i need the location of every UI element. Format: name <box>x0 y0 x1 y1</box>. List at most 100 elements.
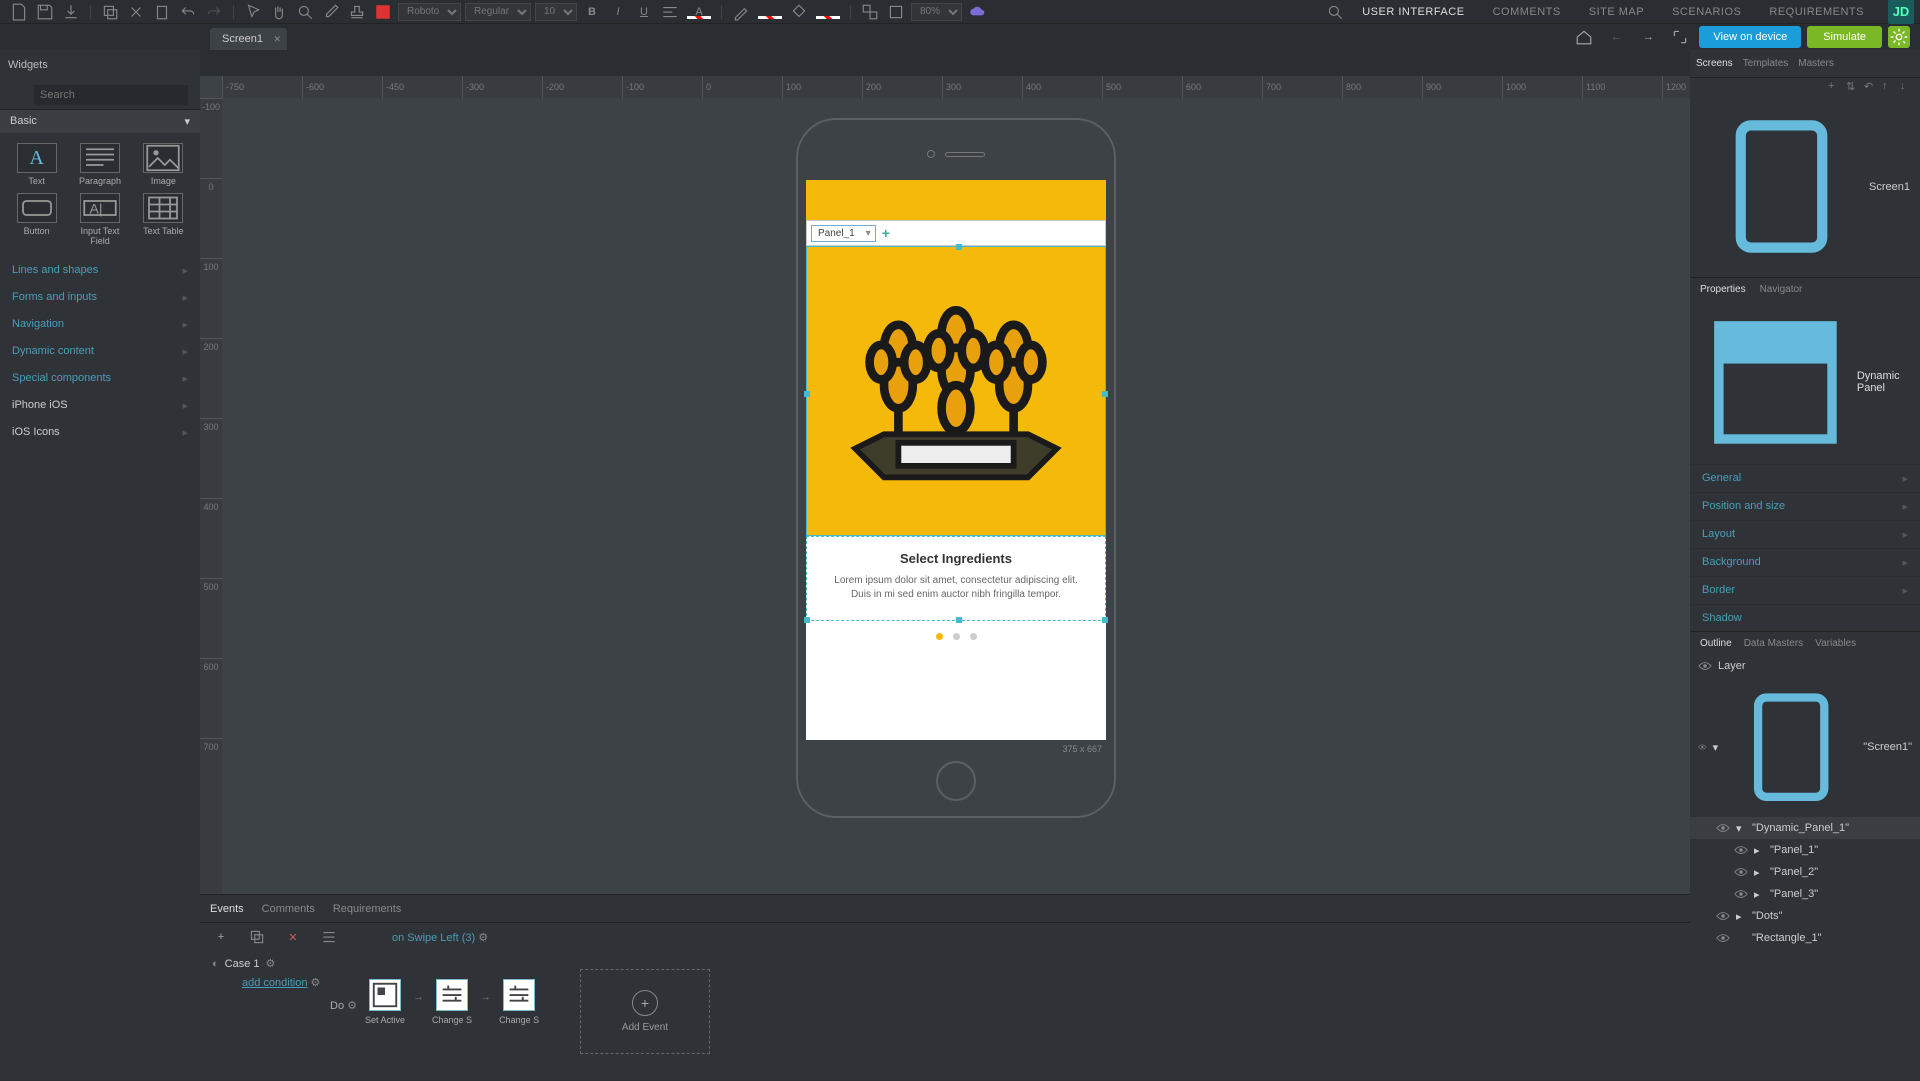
cloud-icon[interactable] <box>968 3 986 21</box>
simulate-button[interactable]: Simulate <box>1807 26 1882 48</box>
widget-table[interactable]: Text Table <box>135 193 192 247</box>
widgets-search-input[interactable] <box>34 85 188 105</box>
list-icon[interactable] <box>320 928 338 946</box>
case-label[interactable]: Case 1 <box>225 958 260 970</box>
font-family-select[interactable]: Roboto <box>398 3 461 21</box>
pdf-icon[interactable] <box>374 3 392 21</box>
screen-item[interactable]: Screen1 <box>1700 102 1910 271</box>
tab-outline[interactable]: Outline <box>1700 638 1732 649</box>
nav-sitemap[interactable]: SITE MAP <box>1575 6 1658 18</box>
close-icon[interactable]: ✕ <box>273 34 281 45</box>
home-icon[interactable] <box>1575 28 1593 46</box>
stamp-icon[interactable] <box>348 3 366 21</box>
italic-icon[interactable]: I <box>609 3 627 21</box>
down-icon[interactable]: ↓ <box>1900 80 1914 94</box>
tab-variables[interactable]: Variables <box>1815 638 1856 649</box>
props-layout[interactable]: Layout▸ <box>1690 520 1920 548</box>
add-event-button[interactable]: + Add Event <box>580 969 710 1054</box>
outline-panel1[interactable]: ▸"Panel_1" <box>1690 839 1920 861</box>
dot-1[interactable] <box>936 633 943 640</box>
cat-nav[interactable]: Navigation▸ <box>0 311 200 338</box>
cat-lines[interactable]: Lines and shapes▸ <box>0 257 200 284</box>
pen-icon[interactable] <box>732 3 750 21</box>
dot-2[interactable] <box>953 633 960 640</box>
paste-icon[interactable] <box>153 3 171 21</box>
outline-dynamic-panel[interactable]: ▾"Dynamic_Panel_1" <box>1690 817 1920 839</box>
tab-properties[interactable]: Properties <box>1700 284 1746 295</box>
cut-icon[interactable] <box>127 3 145 21</box>
dynamic-panel-selection[interactable] <box>806 246 1106 536</box>
event-name[interactable]: on Swipe Left (3) ⚙ <box>392 931 488 944</box>
copy-icon[interactable] <box>101 3 119 21</box>
fill-icon[interactable] <box>790 3 808 21</box>
prev-icon[interactable]: ← <box>1607 28 1625 46</box>
phone-screen[interactable]: Panel_1 + <box>806 180 1106 740</box>
nav-comments[interactable]: COMMENTS <box>1479 6 1575 18</box>
align-icon[interactable] <box>661 3 679 21</box>
tab-datamasters[interactable]: Data Masters <box>1744 638 1803 649</box>
font-weight-select[interactable]: Regular <box>465 3 531 21</box>
add-icon[interactable]: + <box>1828 80 1842 94</box>
props-position[interactable]: Position and size▸ <box>1690 492 1920 520</box>
simulate-settings-button[interactable] <box>1888 26 1910 48</box>
nav-ui[interactable]: USER INTERFACE <box>1348 6 1478 18</box>
tab-requirements[interactable]: Requirements <box>333 903 401 915</box>
eyedropper-icon[interactable] <box>322 3 340 21</box>
dot-3[interactable] <box>970 633 977 640</box>
new-file-icon[interactable] <box>10 3 28 21</box>
action-change-1[interactable]: Change S <box>432 979 472 1025</box>
duplicate-icon[interactable] <box>248 928 266 946</box>
panel-dropdown[interactable]: Panel_1 <box>811 225 876 242</box>
canvas[interactable]: -750-600-450-300-200-1000100200300400500… <box>200 76 1690 894</box>
props-border[interactable]: Border▸ <box>1690 576 1920 604</box>
hand-icon[interactable] <box>270 3 288 21</box>
panel-content[interactable]: Select Ingredients Lorem ipsum dolor sit… <box>806 536 1106 621</box>
stroke-color-icon[interactable] <box>758 5 782 19</box>
zoom-icon[interactable] <box>296 3 314 21</box>
add-icon[interactable]: + <box>212 928 230 946</box>
action-set-active[interactable]: Set Active <box>365 979 405 1025</box>
tab-comments[interactable]: Comments <box>262 903 315 915</box>
outline-dots[interactable]: ▸"Dots" <box>1690 905 1920 927</box>
back-icon[interactable]: ↶ <box>1864 80 1878 94</box>
add-condition-link[interactable]: add condition <box>242 977 307 989</box>
tab-masters[interactable]: Masters <box>1798 58 1834 69</box>
tab-screens[interactable]: Screens <box>1696 58 1733 69</box>
tab-events[interactable]: Events <box>210 903 244 915</box>
cat-dynamic[interactable]: Dynamic content▸ <box>0 338 200 365</box>
basic-category[interactable]: Basic▾ <box>0 110 200 133</box>
nav-requirements[interactable]: REQUIREMENTS <box>1755 6 1878 18</box>
search-icon[interactable] <box>1326 3 1344 21</box>
outline-rectangle[interactable]: "Rectangle_1" <box>1690 927 1920 949</box>
outline-screen[interactable]: ▾"Screen1" <box>1690 677 1920 817</box>
outline-panel2[interactable]: ▸"Panel_2" <box>1690 861 1920 883</box>
text-color-icon[interactable]: A <box>687 5 711 19</box>
widget-input[interactable]: A|Input Text Field <box>71 193 128 247</box>
next-icon[interactable]: → <box>1639 28 1657 46</box>
up-icon[interactable]: ↑ <box>1882 80 1896 94</box>
delete-icon[interactable]: ✕ <box>284 928 302 946</box>
redo-icon[interactable] <box>205 3 223 21</box>
undo-icon[interactable] <box>179 3 197 21</box>
widget-text[interactable]: AText <box>8 143 65 187</box>
pointer-icon[interactable] <box>244 3 262 21</box>
widget-paragraph[interactable]: Paragraph <box>71 143 128 187</box>
tab-navigator[interactable]: Navigator <box>1760 284 1803 295</box>
props-general[interactable]: General▸ <box>1690 464 1920 492</box>
props-background[interactable]: Background▸ <box>1690 548 1920 576</box>
cat-special[interactable]: Special components▸ <box>0 365 200 392</box>
eye-icon[interactable] <box>1698 659 1712 673</box>
font-size-select[interactable]: 10 <box>535 3 577 21</box>
avatar[interactable]: JD <box>1888 0 1914 25</box>
sort-icon[interactable]: ⇅ <box>1846 80 1860 94</box>
cat-icons[interactable]: iOS Icons▸ <box>0 419 200 446</box>
widget-image[interactable]: Image <box>135 143 192 187</box>
props-shadow[interactable]: Shadow <box>1690 604 1920 631</box>
bold-icon[interactable]: B <box>583 3 601 21</box>
fill-color-icon[interactable] <box>816 5 840 19</box>
cat-ios[interactable]: iPhone iOS▸ <box>0 392 200 419</box>
tab-templates[interactable]: Templates <box>1743 58 1789 69</box>
tab-screen1[interactable]: Screen1✕ <box>210 28 287 50</box>
save-icon[interactable] <box>36 3 54 21</box>
cat-forms[interactable]: Forms and inputs▸ <box>0 284 200 311</box>
